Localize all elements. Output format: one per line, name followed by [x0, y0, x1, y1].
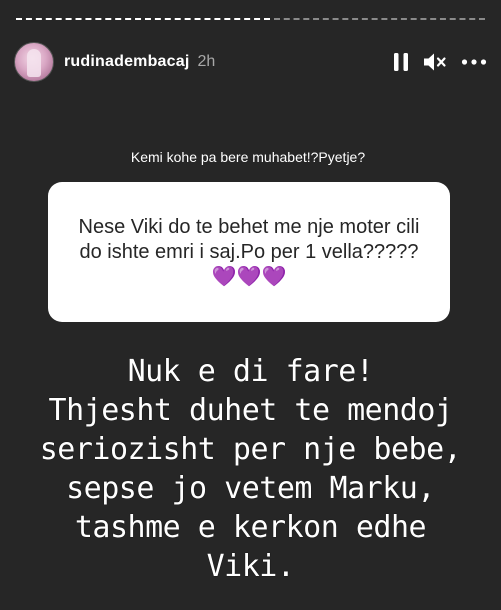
- reply-line: seriozisht per nje bebe,: [39, 432, 462, 467]
- progress-segment-current: [16, 18, 270, 20]
- reply-line: Viki.: [206, 549, 295, 584]
- question-card: Nese Viki do te behet me nje moter cili …: [48, 182, 450, 322]
- question-text: Nese Viki do te behet me nje moter cili …: [78, 215, 420, 288]
- username[interactable]: rudinadembacaj: [64, 53, 190, 71]
- story-header: rudinadembacaj 2h: [14, 40, 487, 84]
- post-time: 2h: [197, 53, 216, 70]
- reply-line: Nuk e di fare!: [127, 354, 374, 389]
- progress-segment-remaining: [274, 18, 485, 20]
- reply-line: sepse jo vetem Marku,: [66, 471, 435, 506]
- reply-text: Nuk e di fare! Thjesht duhet te mendoj s…: [20, 352, 481, 586]
- speaker-muted-icon[interactable]: [423, 52, 447, 72]
- question-sticker: Kemi kohe pa bere muhabet!?Pyetje? Nese …: [46, 130, 450, 322]
- question-prompt: Kemi kohe pa bere muhabet!?Pyetje?: [130, 149, 366, 165]
- story-viewer: rudinadembacaj 2h Kemi kohe pa bere muha…: [0, 0, 501, 610]
- story-controls: [393, 52, 487, 72]
- reply-line: tashme e kerkon edhe: [74, 510, 427, 545]
- more-horizontal-icon[interactable]: [461, 58, 487, 66]
- reply-line: Thjesht duhet te mendoj: [48, 393, 453, 428]
- avatar[interactable]: [14, 42, 54, 82]
- story-progress-bar: [16, 18, 485, 20]
- pause-icon[interactable]: [393, 52, 409, 72]
